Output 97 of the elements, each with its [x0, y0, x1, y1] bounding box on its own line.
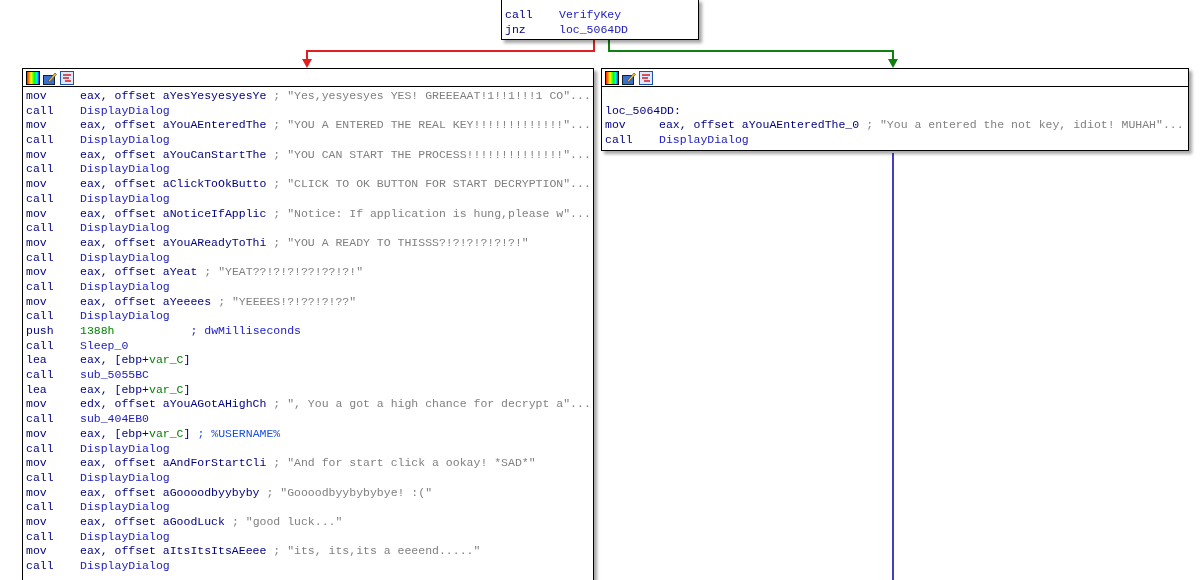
mnemonic: call — [505, 8, 534, 23]
operand: DisplayDialog — [80, 529, 170, 545]
mnemonic: call — [26, 250, 55, 266]
comment: ; "Goooodbyybybybye! :(" — [266, 485, 433, 501]
mnemonic: call — [26, 191, 55, 207]
mnemonic: mov — [26, 177, 48, 192]
mnemonic: lea — [26, 382, 48, 398]
operand: sub_404EB0 — [80, 412, 149, 427]
mnemonic: mov — [26, 294, 48, 310]
mnemonic: mov — [605, 118, 627, 134]
operand: DisplayDialog — [80, 103, 170, 119]
mnemonic: mov — [26, 544, 48, 559]
mnemonic: call — [26, 441, 55, 457]
operand: eax, [ebp+var_C] — [80, 353, 191, 369]
operand: DisplayDialog — [80, 441, 170, 457]
operand: DisplayDialog — [80, 191, 170, 207]
comment: ; "You a entered the not key, idiot! MUHAH"... — [866, 118, 1184, 134]
operand: eax, offset aGoodLuck — [80, 514, 225, 530]
operand: eax, offset aGoooodbyybyby — [80, 485, 260, 501]
operand: eax, offset aYouAEnteredThe — [80, 118, 267, 134]
operand: VerifyKey — [559, 8, 622, 23]
mnemonic: mov — [26, 206, 48, 222]
operand: eax, offset aYesYesyesyesYe — [80, 89, 267, 104]
comment: ; "YOU A ENTERED THE REAL KEY!!!!!!!!!!!!!"... — [273, 118, 591, 134]
mnemonic: call — [605, 133, 634, 148]
operand: DisplayDialog — [80, 221, 170, 236]
mnemonic: call — [26, 103, 55, 119]
comment: ; "YEAT??!?!?!??!??!?!" — [204, 265, 364, 280]
operand: eax, offset aAndForStartCli — [80, 456, 267, 471]
mnemonic: mov — [26, 118, 48, 134]
operand: eax, offset aYeat — [80, 265, 198, 280]
comment: ; "Yes,yesyesyes YES! GREEEAAT!1!!1!!!1 CO"... — [273, 89, 591, 104]
mnemonic: call — [26, 500, 55, 515]
comment: ; "CLICK TO OK BUTTON FOR START DECRYPTION"... — [273, 177, 591, 192]
mnemonic: mov — [26, 89, 48, 104]
mnemonic: mov — [26, 514, 48, 530]
comment: ; dwMilliseconds — [190, 324, 301, 339]
operand: DisplayDialog — [80, 133, 170, 148]
mnemonic: mov — [26, 235, 48, 251]
operand: DisplayDialog — [80, 470, 170, 486]
mnemonic: call — [26, 309, 55, 324]
comment: ; "good luck..." — [231, 514, 343, 530]
mnemonic: lea — [26, 353, 48, 369]
operand: DisplayDialog — [80, 559, 170, 574]
comment: ; "YEEEES!?!??!?!??" — [218, 294, 357, 310]
comment: ; %USERNAME% — [197, 426, 281, 442]
comment: ; ", You a got a high chance for decrypt a"... — [273, 397, 591, 413]
comment: ; "YOU A READY TO THISSS?!?!?!?!?!?!" — [273, 235, 529, 251]
color-palette-icon[interactable] — [26, 70, 40, 85]
comment: ; "YOU CAN START THE PROCESS!!!!!!!!!!!!!!"... — [273, 147, 591, 163]
comment: ; "its, its,its a eeeend....." — [273, 544, 481, 559]
operand: DisplayDialog — [80, 250, 170, 266]
comment: ; "And for start click a ookay! *SAD*" — [273, 456, 536, 471]
mnemonic: mov — [26, 426, 48, 442]
color-palette-icon[interactable] — [605, 70, 619, 85]
operand: sub_5055BC — [80, 368, 149, 383]
operand: Sleep_0 — [80, 338, 129, 354]
operand: eax, offset aYouCanStartThe — [80, 147, 267, 163]
pencil-icon[interactable] — [622, 70, 636, 85]
operand: 1388h — [80, 324, 115, 339]
operand: eax, [ebp+var_C] — [80, 426, 191, 442]
operand: eax, offset aNoticeIfApplic — [80, 206, 267, 222]
mnemonic: call — [26, 133, 55, 148]
mnemonic: call — [26, 338, 55, 354]
mnemonic: jnz — [505, 22, 527, 38]
mnemonic: call — [26, 368, 55, 383]
mnemonic: call — [26, 559, 55, 574]
mnemonic: mov — [26, 485, 48, 501]
operand: eax, offset aYouAEnteredThe_0 — [659, 118, 860, 134]
mnemonic: call — [26, 162, 55, 178]
mnemonic: call — [26, 529, 55, 545]
mnemonic: push — [26, 324, 55, 339]
mnemonic: mov — [26, 147, 48, 163]
operand: DisplayDialog — [80, 162, 170, 178]
mnemonic: call — [26, 412, 55, 427]
mnemonic: mov — [26, 456, 48, 471]
mnemonic: mov — [26, 397, 48, 413]
comment: ; "Notice: If application is hung,please w"... — [273, 206, 591, 222]
operand: eax, offset aYouAReadyToThi — [80, 235, 267, 251]
mnemonic: call — [26, 470, 55, 486]
pencil-icon[interactable] — [43, 70, 57, 85]
operand: DisplayDialog — [80, 279, 170, 295]
mnemonic: mov — [26, 265, 48, 280]
mnemonic: call — [26, 221, 55, 236]
graph-icon[interactable] — [639, 70, 653, 85]
operand: eax, [ebp+var_C] — [80, 382, 191, 398]
operand: eax, offset aClickToOkButto — [80, 177, 267, 192]
operand: loc_5064DD — [559, 22, 628, 38]
operand: DisplayDialog — [659, 133, 749, 148]
operand: eax, offset aItsItsItsAEeee — [80, 544, 267, 559]
operand: edx, offset aYouAGotAHighCh — [80, 397, 267, 413]
mnemonic: call — [26, 279, 55, 295]
graph-icon[interactable] — [60, 70, 74, 85]
operand: eax, offset aYeeees — [80, 294, 212, 310]
code-label: loc_5064DD: — [605, 103, 681, 117]
operand: DisplayDialog — [80, 309, 170, 324]
operand: DisplayDialog — [80, 500, 170, 515]
